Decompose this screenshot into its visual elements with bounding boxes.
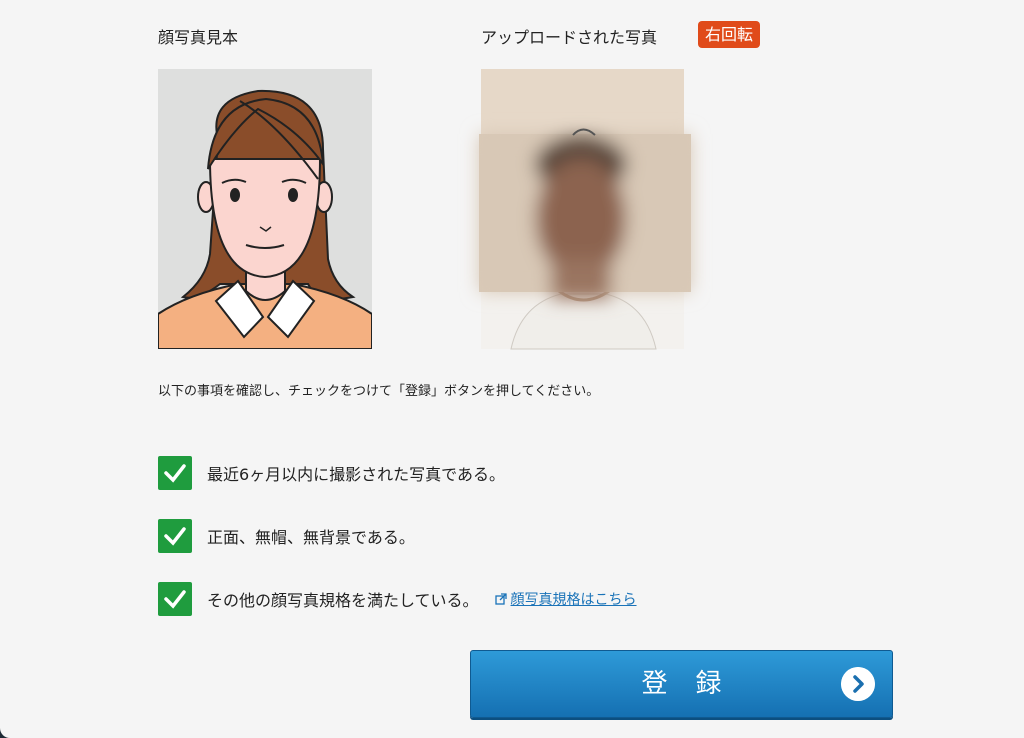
sample-face-illustration [158, 69, 372, 349]
photo-standards-link[interactable]: 顔写真規格はこちら [511, 589, 637, 609]
checkbox-front[interactable] [158, 519, 192, 553]
photo-confirm-panel: 顔写真見本 アップロードされた写真 右回転 以下の事項を確認し、チェックをつけて… [0, 0, 1024, 738]
check-label-standards: その他の顔写真規格を満たしている。 [207, 591, 479, 610]
check-row-standards: その他の顔写真規格を満たしている。 顔写真規格はこちら [158, 582, 637, 616]
checkmark-icon [164, 590, 186, 609]
check-row-front: 正面、無帽、無背景である。 [158, 519, 415, 553]
check-row-recent: 最近6ヶ月以内に撮影された写真である。 [158, 456, 505, 490]
checkmark-icon [164, 464, 186, 483]
sample-photo-title: 顔写真見本 [158, 28, 239, 47]
uploaded-photo-title: アップロードされた写真 [481, 28, 658, 47]
chevron-right-icon [841, 667, 875, 701]
check-label-front: 正面、無帽、無背景である。 [207, 528, 415, 547]
external-link-icon [494, 593, 507, 605]
check-label-recent: 最近6ヶ月以内に撮影された写真である。 [207, 465, 506, 484]
photo-standards-link-wrap[interactable]: 顔写真規格はこちら [494, 589, 637, 609]
register-button[interactable]: 登録 [470, 650, 893, 718]
register-button-label: 登録 [641, 669, 750, 699]
checkmark-icon [164, 527, 186, 546]
rotate-right-button[interactable]: 右回転 [698, 21, 761, 48]
uploaded-photo [479, 69, 691, 350]
instruction-text: 以下の事項を確認し、チェックをつけて「登録」ボタンを押してください。 [158, 384, 600, 399]
checkbox-standards[interactable] [158, 582, 192, 616]
checkbox-recent[interactable] [158, 456, 192, 490]
